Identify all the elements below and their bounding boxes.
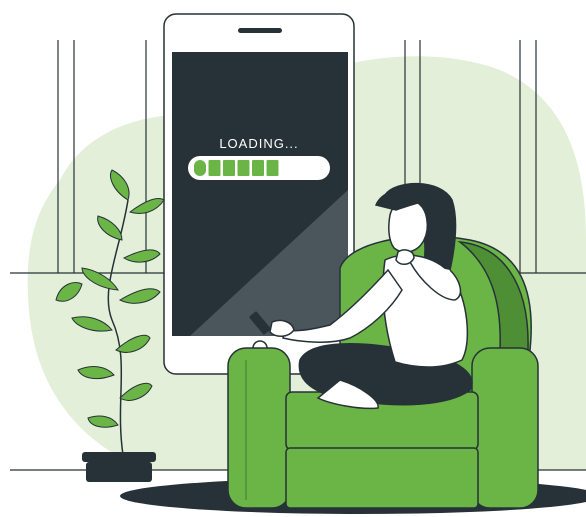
loading-illustration: LOADING... bbox=[10, 13, 586, 514]
progress-segment bbox=[208, 160, 221, 176]
progress-segment bbox=[223, 160, 235, 176]
progress-segment bbox=[237, 160, 250, 176]
progress-segment bbox=[252, 160, 264, 176]
progress-segment bbox=[266, 160, 279, 176]
progress-segment bbox=[194, 160, 206, 176]
loading-label: LOADING... bbox=[219, 136, 298, 151]
